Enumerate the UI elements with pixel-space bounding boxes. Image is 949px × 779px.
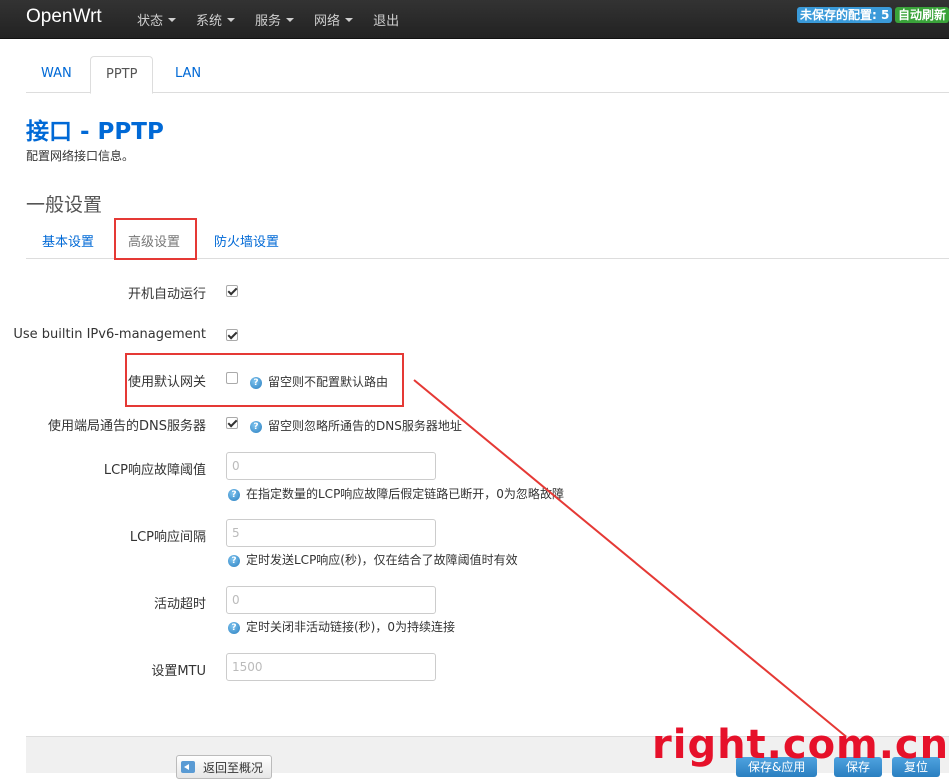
back-to-overview-button[interactable]: 返回至概况 [176, 755, 273, 779]
annotation-arrow [413, 379, 880, 764]
back-to-overview-label: 返回至概况 [203, 760, 264, 775]
watermark: right.com.cn [652, 722, 949, 768]
back-arrow-icon [181, 761, 195, 773]
